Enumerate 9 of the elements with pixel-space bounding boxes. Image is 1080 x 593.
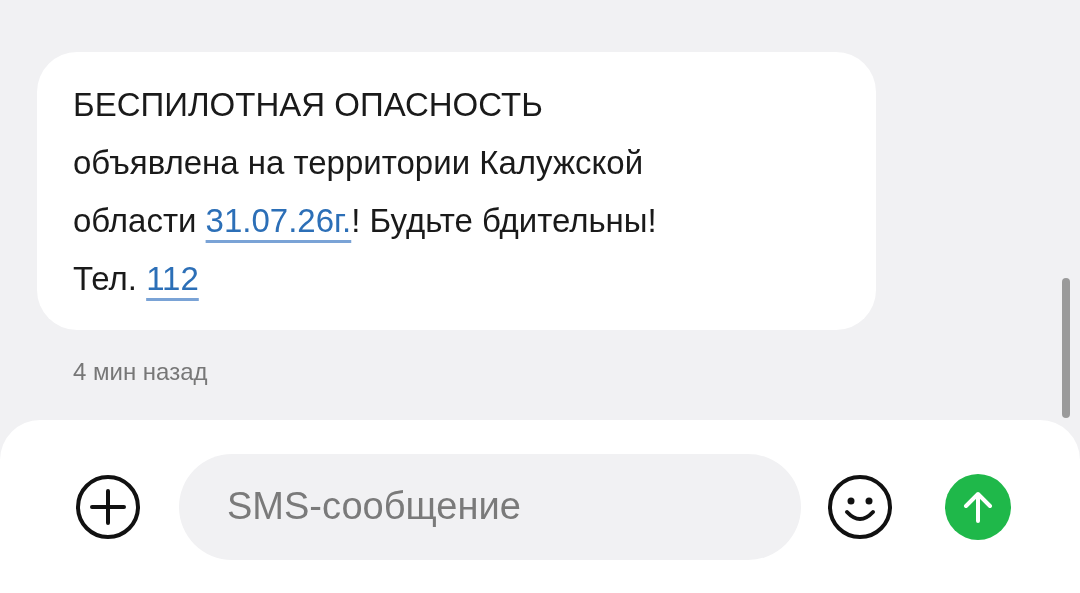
message-time: 4 мин назад <box>73 358 208 386</box>
message-link[interactable]: 112 <box>146 260 199 297</box>
message-input-field[interactable]: SMS-сообщение <box>179 453 801 560</box>
message-text: БЕСПИЛОТНАЯ ОПАСНОСТЬ объявлена на территории Калужской области 31.07.26г.! Будьте бдительны! Тел. 112 <box>73 85 658 299</box>
up-arrow-icon <box>961 489 995 524</box>
message-link[interactable]: 31.07.26г. <box>205 202 352 239</box>
add-icon[interactable] <box>75 473 141 540</box>
scrollbar[interactable] <box>1062 278 1070 418</box>
emoji-icon[interactable] <box>827 473 893 540</box>
